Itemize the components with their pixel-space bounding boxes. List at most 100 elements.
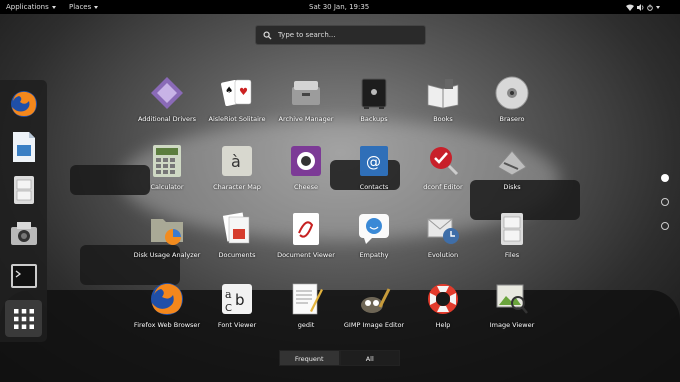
system-menu[interactable] xyxy=(626,0,660,14)
svg-text:@: @ xyxy=(366,153,381,171)
app-label: Image Viewer xyxy=(489,321,535,329)
app-disk-usage[interactable]: Disk Usage Analyzer xyxy=(131,209,203,271)
tab-all[interactable]: All xyxy=(339,350,400,366)
applications-menu[interactable]: Applications xyxy=(6,0,56,14)
search-input[interactable] xyxy=(276,30,420,40)
volume-icon xyxy=(637,3,644,11)
places-menu[interactable]: Places xyxy=(69,0,99,14)
svg-text:C: C xyxy=(225,303,232,314)
svg-text:a: a xyxy=(225,288,232,301)
app-label: Additional Drivers xyxy=(137,115,197,123)
app-documents[interactable]: Documents xyxy=(201,209,273,271)
dash-writer[interactable] xyxy=(5,128,42,165)
top-bar: Applications Places Sat 30 Jan, 19:35 xyxy=(0,0,680,14)
mail-clock-icon xyxy=(427,218,459,244)
file-cabinet-icon xyxy=(501,213,523,245)
svg-text:à: à xyxy=(231,152,241,171)
search-bar[interactable] xyxy=(255,25,426,45)
chat-bubble-icon xyxy=(359,214,389,244)
app-evolution[interactable]: Evolution xyxy=(407,209,479,271)
app-label: Document Viewer xyxy=(277,251,335,259)
wifi-icon xyxy=(626,4,634,11)
search-icon xyxy=(263,30,272,40)
app-label: Help xyxy=(435,321,451,329)
app-aisleriot[interactable]: ♥ ♠ AisleRiot Solitaire xyxy=(201,73,273,135)
disc-icon xyxy=(495,76,529,110)
app-firefox[interactable]: Firefox Web Browser xyxy=(131,279,203,341)
webcam-icon xyxy=(291,146,321,176)
font-viewer-icon: a bC xyxy=(222,284,252,314)
chevron-down-icon xyxy=(656,5,660,9)
view-switcher: Frequent All xyxy=(279,350,400,366)
app-backups[interactable]: Backups xyxy=(338,73,410,135)
document-writer-icon xyxy=(12,131,35,162)
app-gimp[interactable]: GIMP Image Editor xyxy=(338,279,410,341)
app-additional-drivers[interactable]: Additional Drivers xyxy=(131,73,203,135)
lifebuoy-icon xyxy=(428,284,458,314)
app-label: Empathy xyxy=(359,251,389,259)
dash-terminal[interactable] xyxy=(5,257,42,294)
clock[interactable]: Sat 30 Jan, 19:35 xyxy=(309,0,369,14)
show-applications-button[interactable] xyxy=(5,300,42,337)
app-label: Files xyxy=(504,251,520,259)
app-contacts[interactable]: @ Contacts xyxy=(338,141,410,203)
app-empathy[interactable]: Empathy xyxy=(338,209,410,271)
page-indicator-2[interactable] xyxy=(661,198,669,206)
app-label: GIMP Image Editor xyxy=(343,321,405,329)
app-books[interactable]: Books xyxy=(407,73,479,135)
app-label: Backups xyxy=(360,115,388,123)
page-indicator-1[interactable] xyxy=(661,174,669,182)
file-cabinet-icon xyxy=(13,175,34,204)
svg-text:b: b xyxy=(235,291,245,309)
app-archive-manager[interactable]: Archive Manager xyxy=(270,73,342,135)
chevron-down-icon xyxy=(51,5,56,9)
app-font-viewer[interactable]: abC Font Viewer xyxy=(201,279,273,341)
archive-icon xyxy=(292,81,320,105)
firefox-icon xyxy=(151,283,183,315)
contacts-icon: @ xyxy=(360,146,388,176)
applications-label: Applications xyxy=(6,3,49,11)
page-indicator-3[interactable] xyxy=(661,222,669,230)
svg-text:♥: ♥ xyxy=(239,87,248,98)
dash xyxy=(0,80,47,342)
app-label: Disk Usage Analyzer xyxy=(133,251,201,259)
app-document-viewer[interactable]: Document Viewer xyxy=(270,209,342,271)
terminal-icon xyxy=(10,263,37,288)
dash-firefox[interactable] xyxy=(5,85,42,122)
app-calculator[interactable]: Calculator xyxy=(131,141,203,203)
dash-camera[interactable] xyxy=(5,214,42,251)
app-character-map[interactable]: à Character Map xyxy=(201,141,273,203)
app-disks[interactable]: Disks xyxy=(476,141,548,203)
app-dconf-editor[interactable]: dconf Editor xyxy=(407,141,479,203)
app-label: Firefox Web Browser xyxy=(133,321,201,329)
documents-icon xyxy=(222,212,250,244)
gimp-icon xyxy=(361,288,391,313)
app-cheese[interactable]: Cheese xyxy=(270,141,342,203)
dash-files[interactable] xyxy=(5,171,42,208)
clock-label: Sat 30 Jan, 19:35 xyxy=(309,3,370,11)
playing-cards-icon: ♥♠ xyxy=(221,79,252,107)
app-label: Cheese xyxy=(293,183,319,191)
app-label: Archive Manager xyxy=(278,115,334,123)
app-image-viewer[interactable]: Image Viewer xyxy=(476,279,548,341)
books-icon xyxy=(427,79,459,109)
app-label: Evolution xyxy=(427,251,459,259)
app-label: Disks xyxy=(503,183,521,191)
app-label: Font Viewer xyxy=(217,321,257,329)
app-label: Contacts xyxy=(359,183,389,191)
app-gedit[interactable]: gedit xyxy=(270,279,342,341)
app-label: Brasero xyxy=(499,115,525,123)
app-help[interactable]: Help xyxy=(407,279,479,341)
dconf-icon xyxy=(430,147,459,176)
app-label: Calculator xyxy=(150,183,184,191)
tab-frequent[interactable]: Frequent xyxy=(279,350,340,366)
calculator-icon xyxy=(153,145,181,177)
document-viewer-icon xyxy=(293,213,319,245)
image-viewer-icon xyxy=(496,284,528,314)
text-editor-icon xyxy=(292,283,323,315)
disks-icon xyxy=(497,150,527,176)
app-brasero[interactable]: Brasero xyxy=(476,73,548,135)
app-label: dconf Editor xyxy=(423,183,463,191)
chip-icon xyxy=(151,77,183,109)
app-files[interactable]: Files xyxy=(476,209,548,271)
